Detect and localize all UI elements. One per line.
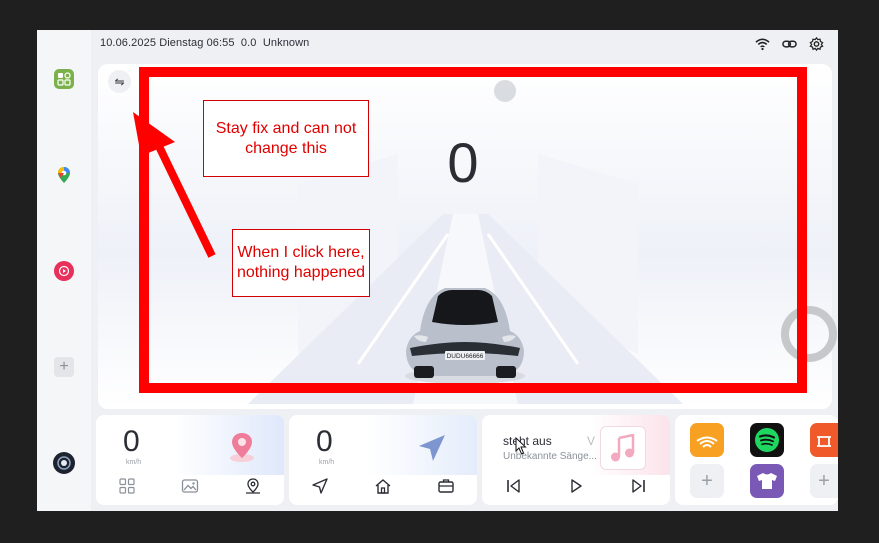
annotation-note-click: When I click here, nothing happened: [232, 229, 370, 297]
song-title: steht aus: [503, 434, 552, 448]
add-icon: +: [818, 469, 830, 492]
apps-shortcut-widget: + +: [675, 415, 838, 505]
partial-app-icon[interactable]: [810, 423, 838, 457]
settings-gear-icon[interactable]: [809, 37, 824, 51]
widget-speed-unit: km/h: [126, 459, 142, 466]
widget-speed-value-2: 0: [316, 425, 333, 458]
music-widget[interactable]: steht aus V Unbekannte Sänge...: [482, 415, 670, 505]
music-player-icon[interactable]: [54, 261, 74, 281]
speed-map-widget[interactable]: 0 km/h: [96, 415, 284, 505]
song-title-next: V: [587, 434, 596, 448]
link-icon[interactable]: [782, 37, 797, 51]
status-value: 0.0: [240, 37, 257, 49]
status-datetime: 10.06.2025 Dienstag 06:55: [100, 37, 235, 49]
location-pin-icon: [230, 433, 254, 462]
navigation-widget[interactable]: 0 km/h: [289, 415, 477, 505]
google-maps-icon[interactable]: [54, 165, 74, 185]
annotation-arrow: [133, 112, 216, 258]
add-app-slot-button[interactable]: +: [690, 464, 724, 498]
add-icon: +: [701, 469, 713, 492]
status-location: Unknown: [262, 37, 310, 49]
app-dock: +: [37, 30, 91, 511]
widget-speed-unit-2: km/h: [319, 459, 335, 466]
wifi-icon: [755, 38, 770, 51]
status-icons: [755, 37, 824, 51]
apps-grid-icon[interactable]: [54, 69, 74, 89]
head-unit-screen: + 10.06.2025 Dienstag 06:55 0.0 Unknown: [37, 30, 838, 511]
shirt-app-icon[interactable]: [750, 464, 784, 498]
map-location-icon[interactable]: [244, 477, 262, 495]
add-icon: +: [59, 358, 69, 375]
apps-grid-icon[interactable]: [118, 477, 136, 495]
album-art: [600, 426, 646, 470]
navigate-icon[interactable]: [311, 477, 329, 495]
next-track-icon[interactable]: [630, 477, 648, 495]
add-app-slot-button-2[interactable]: +: [810, 464, 838, 498]
add-app-button[interactable]: +: [54, 357, 74, 377]
home-icon[interactable]: [374, 477, 392, 495]
gallery-image-icon[interactable]: [181, 477, 199, 495]
menu-toggle-button[interactable]: ⇋: [108, 70, 131, 93]
navigation-arrow-icon: [419, 435, 445, 461]
play-icon[interactable]: [567, 477, 585, 495]
dashboard-icon[interactable]: [53, 452, 75, 474]
music-note-icon: [611, 434, 635, 462]
spotify-app-icon[interactable]: [750, 423, 784, 457]
widget-speed-value: 0: [123, 425, 140, 458]
audible-app-icon[interactable]: [690, 423, 724, 457]
status-bar: 10.06.2025 Dienstag 06:55 0.0 Unknown: [100, 37, 309, 49]
swap-menu-icon: ⇋: [114, 74, 125, 89]
mouse-cursor-icon: [515, 437, 527, 455]
work-briefcase-icon[interactable]: [437, 477, 455, 495]
annotation-note-fixed: Stay fix and can not change this: [203, 100, 369, 177]
previous-track-icon[interactable]: [504, 477, 522, 495]
